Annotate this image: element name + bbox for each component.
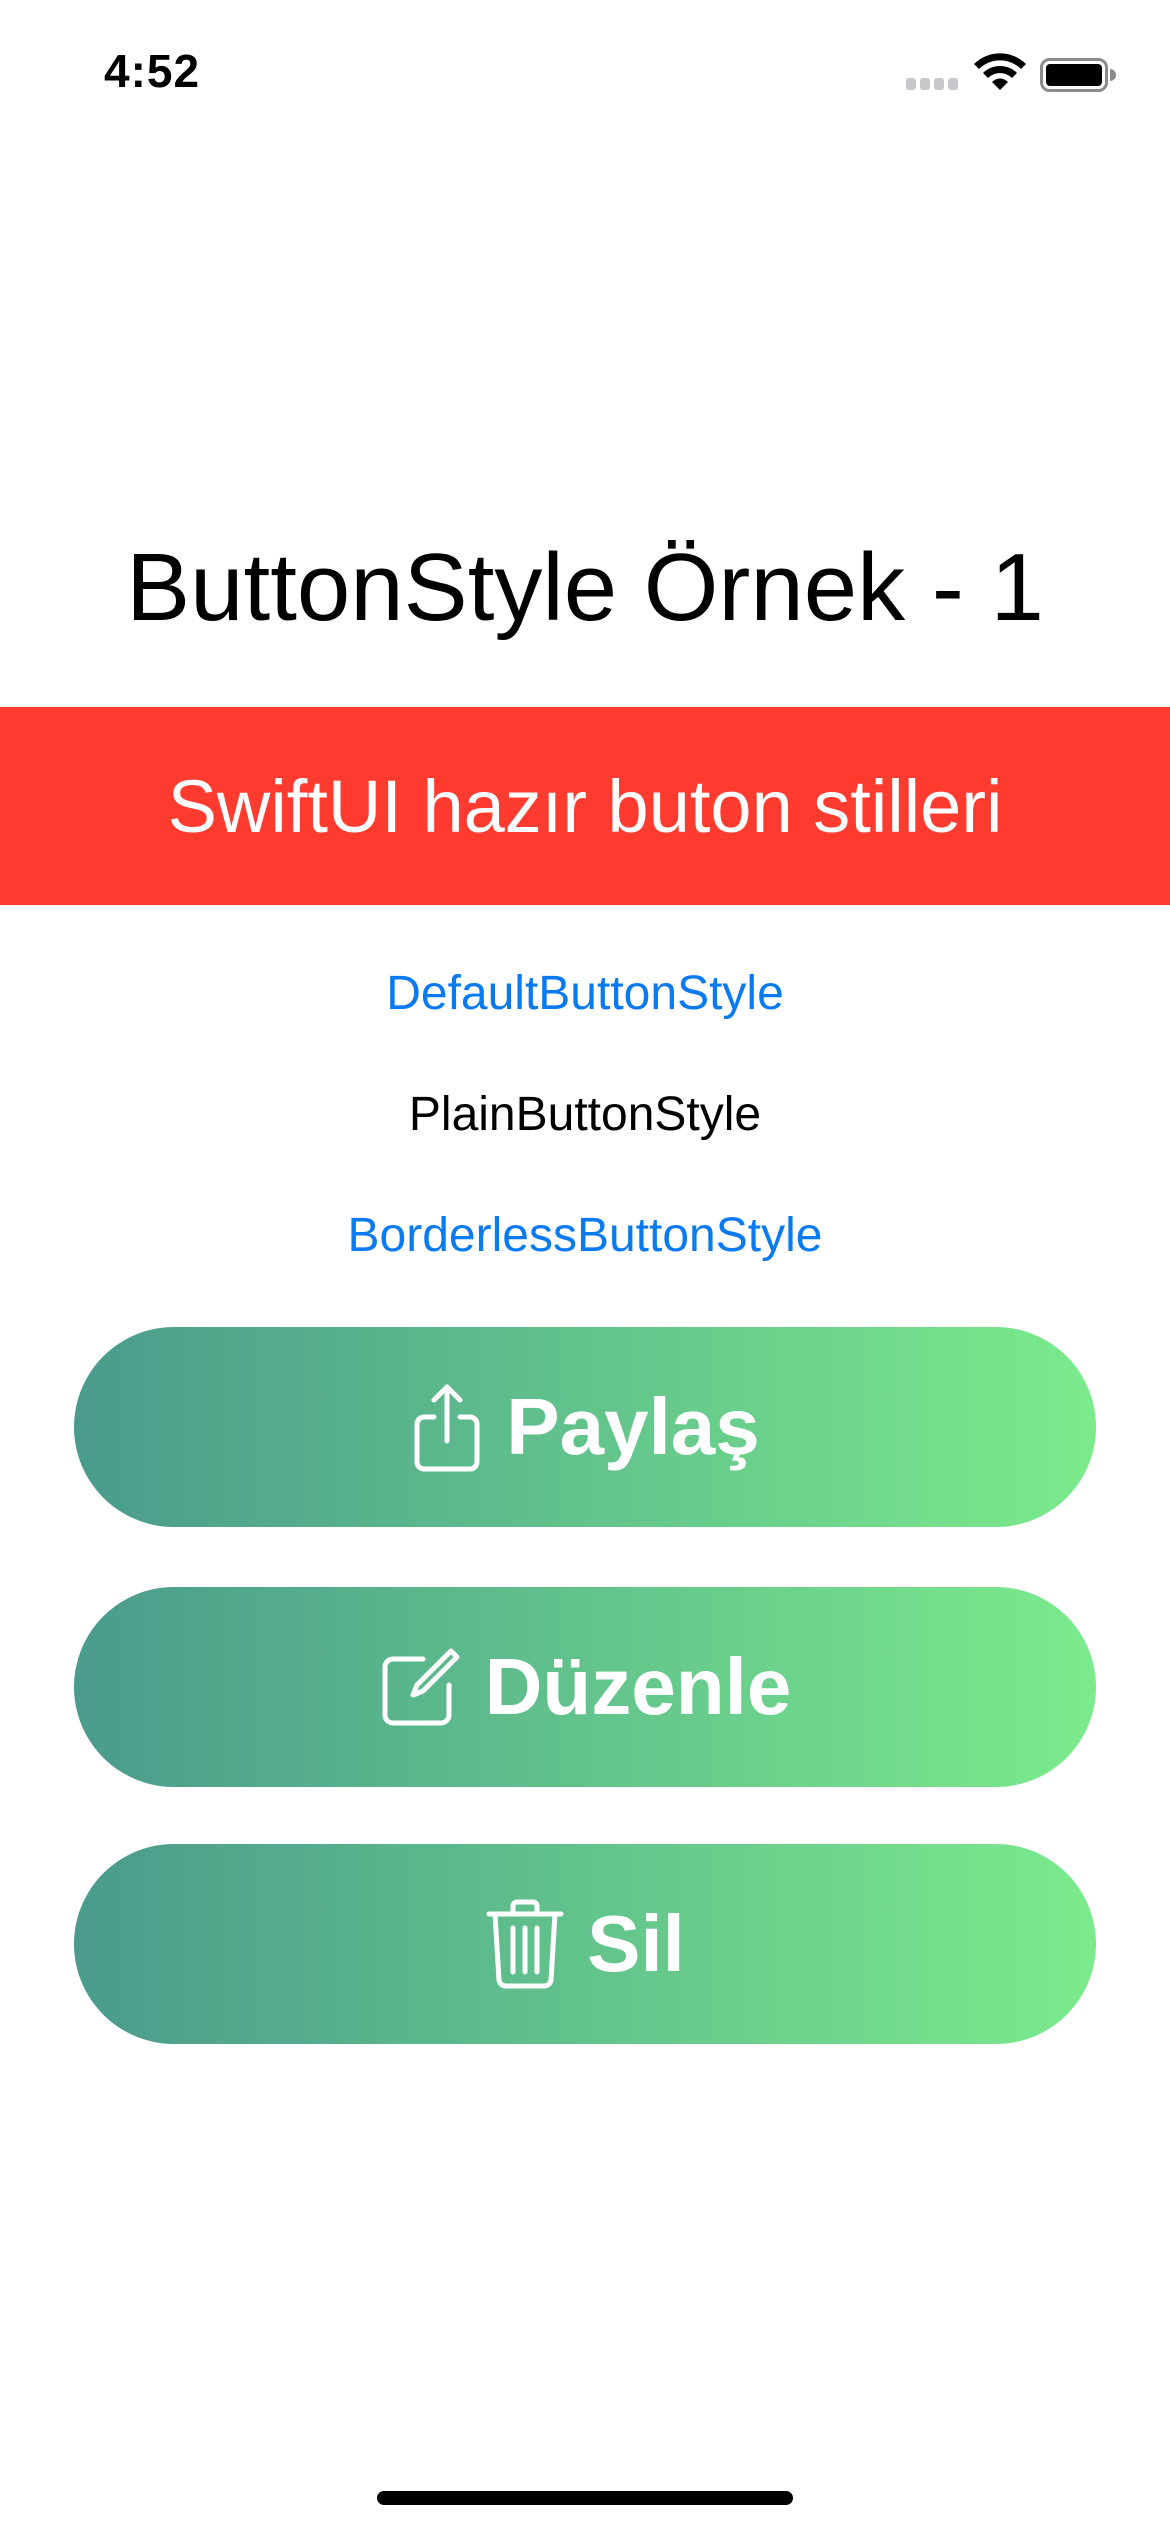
home-indicator bbox=[377, 2491, 793, 2505]
plain-button-style-button[interactable]: PlainButtonStyle bbox=[0, 1083, 1170, 1147]
edit-icon bbox=[379, 1645, 463, 1729]
page-title: ButtonStyle Örnek - 1 bbox=[126, 534, 1044, 641]
edit-button[interactable]: Düzenle bbox=[74, 1587, 1096, 1787]
share-icon bbox=[410, 1381, 484, 1473]
status-bar: 4:52 bbox=[0, 0, 1170, 140]
share-button[interactable]: Paylaş bbox=[74, 1327, 1096, 1527]
delete-button[interactable]: Sil bbox=[74, 1844, 1096, 2044]
status-time: 4:52 bbox=[104, 45, 201, 97]
edit-label: Düzenle bbox=[484, 1642, 792, 1731]
share-label: Paylaş bbox=[506, 1382, 760, 1471]
trash-icon bbox=[485, 1898, 565, 1990]
delete-label: Sil bbox=[587, 1899, 685, 1988]
wifi-icon bbox=[974, 53, 1026, 90]
header-banner: SwiftUI hazır buton stilleri bbox=[0, 707, 1170, 905]
battery-icon bbox=[1040, 58, 1116, 92]
cell-signal-icon bbox=[906, 78, 958, 90]
banner-text: SwiftUI hazır buton stilleri bbox=[167, 764, 1003, 848]
borderless-button-style-button[interactable]: BorderlessButtonStyle bbox=[0, 1204, 1170, 1268]
default-button-style-button[interactable]: DefaultButtonStyle bbox=[0, 962, 1170, 1026]
